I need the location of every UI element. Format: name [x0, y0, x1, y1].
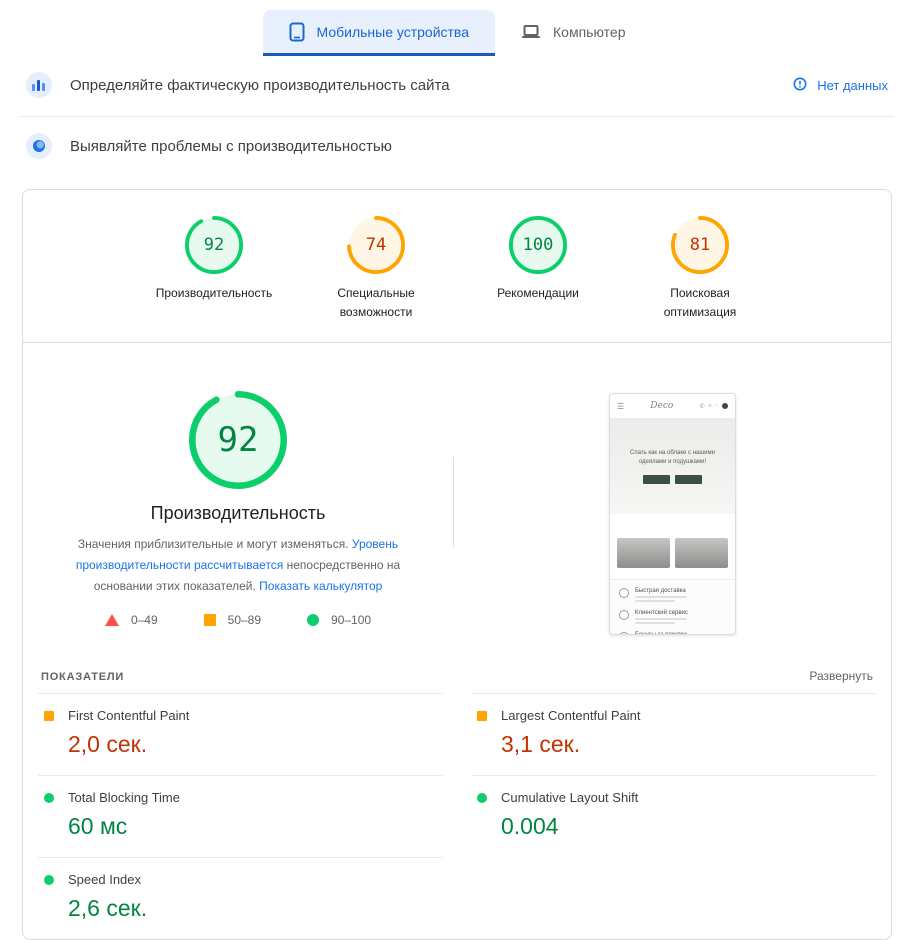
thumb-bonus-icon — [619, 632, 629, 635]
description-text: Значения приблизительные и могут изменят… — [78, 537, 352, 551]
poor-triangle-icon — [105, 614, 119, 626]
score-value: 92 — [185, 216, 243, 274]
no-data-link[interactable]: Нет данных — [793, 77, 888, 94]
score-value: 74 — [347, 216, 405, 274]
score-gauge-best-practices[interactable]: 100 Рекомендации — [474, 216, 602, 322]
info-icon — [793, 77, 807, 94]
field-data-chart-icon — [26, 72, 52, 98]
metric-value: 0.004 — [501, 813, 870, 840]
tab-mobile-label: Мобильные устройства — [317, 24, 470, 40]
metric-value: 2,0 сек. — [68, 731, 437, 758]
tab-desktop[interactable]: Компьютер — [495, 10, 651, 56]
performance-description: Значения приблизительные и могут изменят… — [52, 534, 424, 597]
thumb-hero-text: Спать как на облаке с нашими одеялами и … — [620, 449, 725, 468]
score-gauge-performance[interactable]: 92 Производительность — [150, 216, 278, 322]
metric-lcp: Largest Contentful Paint 3,1 сек. — [471, 693, 876, 775]
metric-value: 60 мс — [68, 813, 437, 840]
field-data-title: Определяйте фактическую производительнос… — [70, 77, 450, 94]
thumb-header-icons: ✆ ⌕ ◦ — [699, 403, 728, 410]
score-label: Специальные возможности — [312, 284, 440, 322]
metrics-right-column: Largest Contentful Paint 3,1 сек. Cumula… — [471, 693, 876, 939]
thumb-hero-buttons — [643, 475, 702, 484]
thumb-site-header: ☰ Deco ✆ ⌕ ◦ — [610, 394, 735, 418]
thumb-feature-title: Клиентский сервис — [635, 610, 688, 616]
performance-main-gauge: 92 — [189, 391, 287, 489]
thumb-menu-icon: ☰ — [617, 402, 624, 411]
metric-status-icon — [477, 793, 487, 803]
thumb-account-icon: ◦ — [716, 403, 718, 409]
lighthouse-report-card: 92 Производительность 74 Специальные воз… — [22, 189, 892, 940]
metric-value: 3,1 сек. — [501, 731, 870, 758]
no-data-label: Нет данных — [817, 78, 888, 93]
category-scores-row: 92 Производительность 74 Специальные воз… — [23, 190, 891, 342]
thumb-feature-delivery: Быстрая доставка — [610, 584, 735, 606]
performance-title: Производительность — [151, 503, 326, 524]
thumb-category-cards — [610, 514, 735, 568]
metrics-grid: First Contentful Paint 2,0 сек. Total Bl… — [38, 693, 876, 939]
show-calculator-link[interactable]: Показать калькулятор — [259, 579, 382, 593]
thumb-hero-banner: Спать как на облаке с нашими одеялами и … — [610, 418, 735, 514]
thumb-feature-list: Быстрая доставка Клиентский сервис Бонус… — [610, 580, 735, 635]
metric-name: Largest Contentful Paint — [501, 708, 640, 723]
screenshot-column: ☰ Deco ✆ ⌕ ◦ Спать как на облаке с нашими … — [454, 343, 891, 661]
performance-score-value: 92 — [189, 391, 287, 489]
score-label: Производительность — [156, 284, 272, 303]
desktop-laptop-icon — [521, 24, 541, 40]
metrics-left-column: First Contentful Paint 2,0 сек. Total Bl… — [38, 693, 443, 939]
legend-poor: 0–49 — [105, 613, 158, 627]
metrics-section: ПОКАЗАТЕЛИ Развернуть First Contentful P… — [23, 661, 891, 939]
score-gauge-accessibility[interactable]: 74 Специальные возможности — [312, 216, 440, 322]
mobile-phone-icon — [289, 22, 305, 42]
metric-value: 2,6 сек. — [68, 895, 437, 922]
thumb-site-logo: Deco — [650, 401, 673, 411]
field-data-section-header: Определяйте фактическую производительнос… — [0, 56, 914, 112]
device-tabbar: Мобильные устройства Компьютер — [0, 0, 914, 56]
metric-tbt: Total Blocking Time 60 мс — [38, 775, 443, 857]
average-square-icon — [204, 614, 216, 626]
expand-metrics-button[interactable]: Развернуть — [809, 669, 873, 683]
thumb-feature-title: Бонусы за покупки — [635, 632, 687, 635]
good-circle-icon — [307, 614, 319, 626]
score-value: 81 — [671, 216, 729, 274]
metric-name: First Contentful Paint — [68, 708, 189, 723]
metric-cls: Cumulative Layout Shift 0.004 — [471, 775, 876, 857]
thumb-feature-service: Клиентский сервис — [610, 606, 735, 628]
thumb-feature-title: Быстрая доставка — [635, 588, 687, 594]
thumb-search-icon: ⌕ — [708, 403, 711, 410]
metric-name: Cumulative Layout Shift — [501, 790, 638, 805]
metric-name: Total Blocking Time — [68, 790, 180, 805]
legend-average: 50–89 — [204, 613, 261, 627]
thumb-feature-bonus: Бонусы за покупки — [610, 628, 735, 635]
thumb-cart-icon — [722, 403, 728, 409]
metric-fcp: First Contentful Paint 2,0 сек. — [38, 693, 443, 775]
page-screenshot-thumbnail[interactable]: ☰ Deco ✆ ⌕ ◦ Спать как на облаке с нашими … — [609, 393, 736, 635]
legend-good: 90–100 — [307, 613, 371, 627]
score-label: Рекомендации — [497, 284, 579, 303]
thumb-delivery-icon — [619, 588, 629, 598]
lab-data-section-header: Выявляйте проблемы с производительностью — [0, 117, 914, 173]
metric-name: Speed Index — [68, 872, 141, 887]
lab-data-title: Выявляйте проблемы с производительностью — [70, 138, 392, 155]
tab-mobile[interactable]: Мобильные устройства — [263, 10, 496, 56]
metrics-header: ПОКАЗАТЕЛИ Развернуть — [38, 661, 876, 693]
metric-status-icon — [44, 875, 54, 885]
score-gauge-seo[interactable]: 81 Поисковая оптимизация — [636, 216, 764, 322]
thumb-service-icon — [619, 610, 629, 620]
score-value: 100 — [509, 216, 567, 274]
tab-desktop-label: Компьютер — [553, 24, 625, 40]
legend-range: 0–49 — [131, 613, 158, 627]
score-label: Поисковая оптимизация — [636, 284, 764, 322]
score-scale-legend: 0–49 50–89 90–100 — [105, 613, 371, 627]
metrics-title: ПОКАЗАТЕЛИ — [41, 671, 124, 683]
thumb-phone-icon: ✆ — [699, 403, 704, 410]
legend-range: 90–100 — [331, 613, 371, 627]
metric-speed-index: Speed Index 2,6 сек. — [38, 857, 443, 939]
metric-status-icon — [44, 711, 54, 721]
performance-summary-row: 92 Производительность Значения приблизит… — [23, 343, 891, 661]
legend-range: 50–89 — [228, 613, 261, 627]
performance-summary-column: 92 Производительность Значения приблизит… — [23, 343, 453, 661]
metric-status-icon — [44, 793, 54, 803]
metric-status-icon — [477, 711, 487, 721]
lighthouse-beacon-icon — [26, 133, 52, 159]
